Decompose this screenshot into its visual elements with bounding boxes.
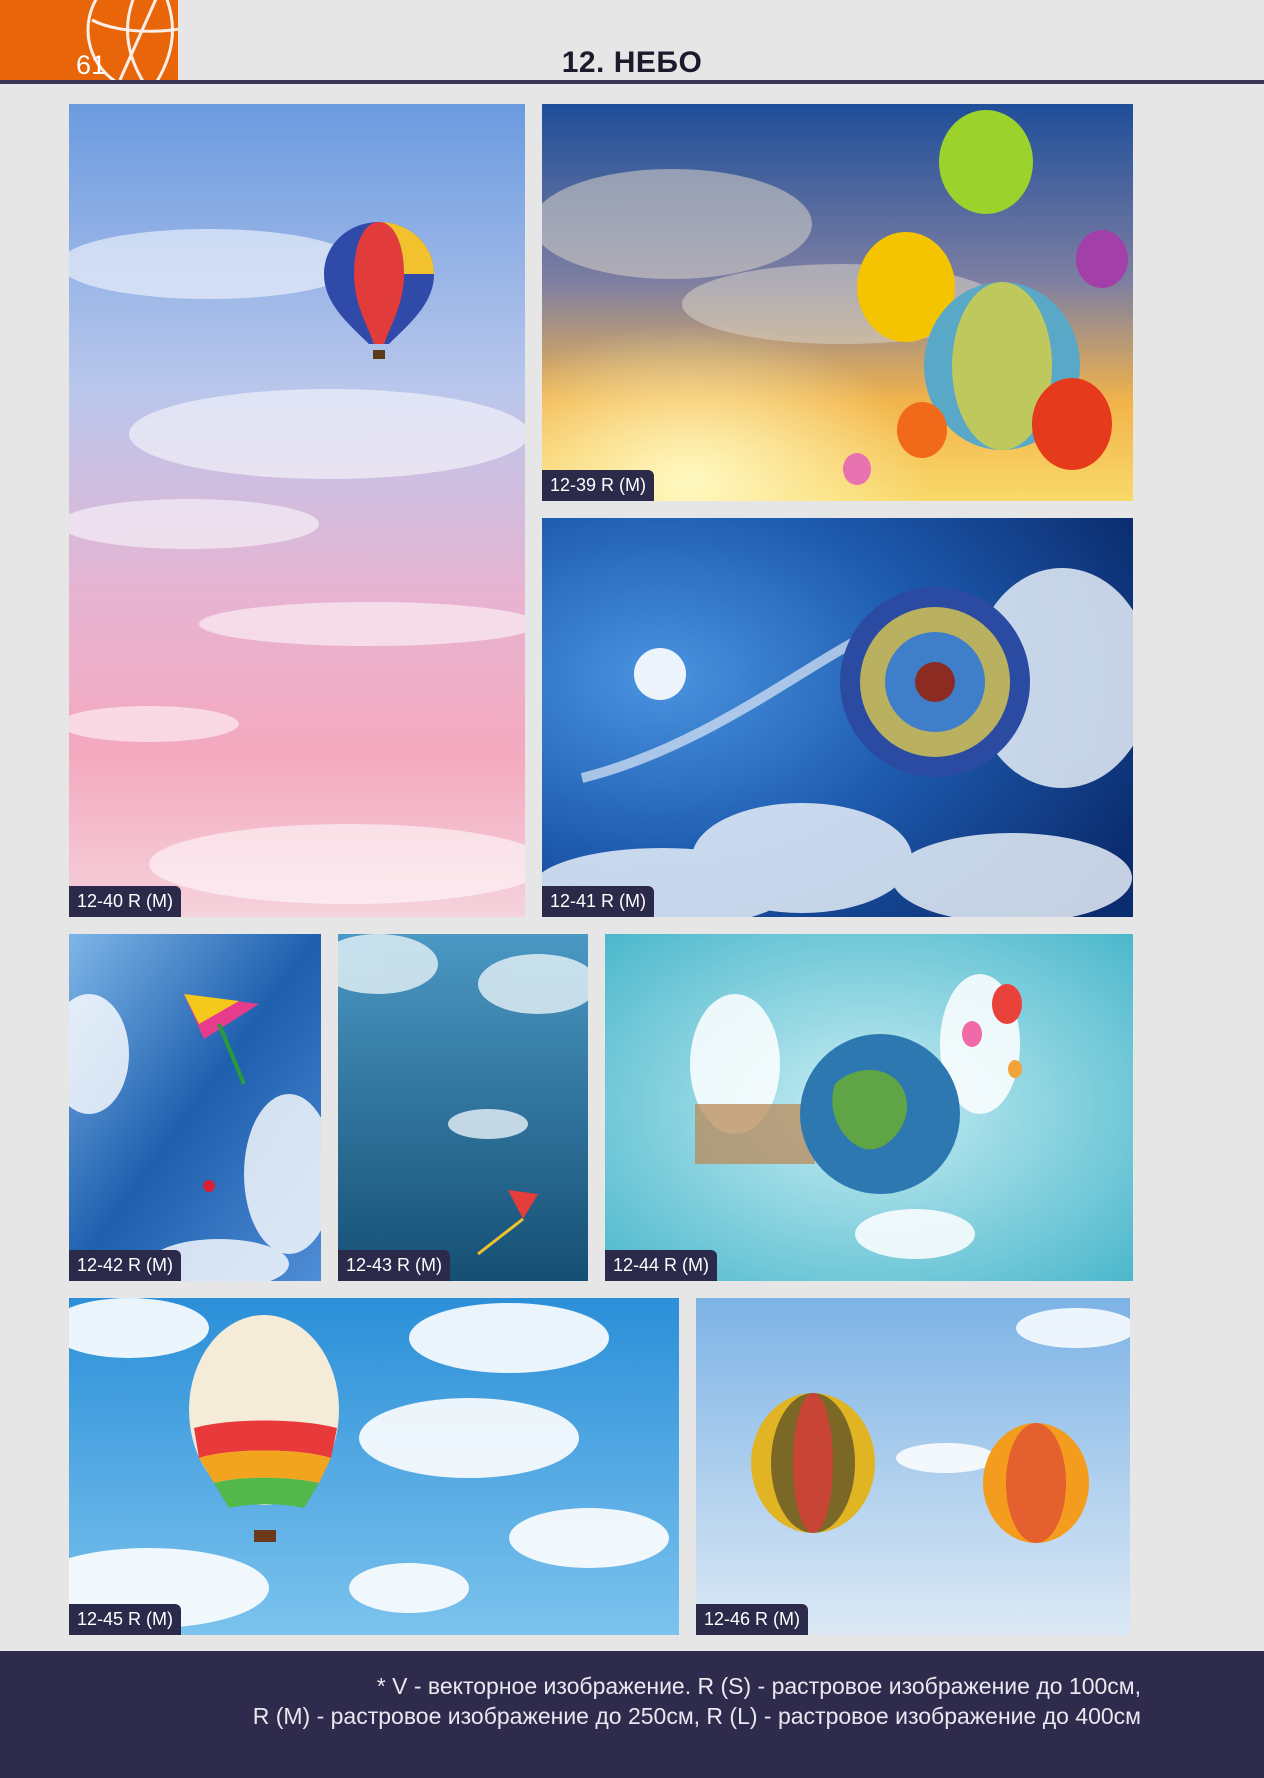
page-title: 12. НЕБО xyxy=(561,46,703,79)
footnote: * V - векторное изображение. R (S) - рас… xyxy=(253,1671,1141,1731)
image-tile-12-43[interactable]: 12-43 R (M) xyxy=(338,934,588,1281)
image-code-label: 12-43 R (M) xyxy=(338,1250,451,1281)
image-tile-12-40[interactable]: 12-40 R (M) xyxy=(69,104,525,917)
image-code-label: 12-40 R (M) xyxy=(69,886,182,917)
image-code-label: 12-39 R (M) xyxy=(542,470,655,501)
footnote-line-2: R (M) - растровое изображение до 250см, … xyxy=(252,1703,1141,1729)
page-header: 61 12. НЕБО xyxy=(0,0,1264,86)
sky-photo xyxy=(69,934,321,1281)
sky-photo xyxy=(69,1298,679,1635)
image-code-label: 12-45 R (M) xyxy=(69,1604,182,1635)
image-code-label: 12-42 R (M) xyxy=(69,1250,182,1281)
image-tile-12-45[interactable]: 12-45 R (M) xyxy=(69,1298,679,1635)
sky-photo xyxy=(338,934,588,1281)
image-tile-12-41[interactable]: 12-41 R (M) xyxy=(542,518,1133,917)
image-tile-12-44[interactable]: 12-44 R (M) xyxy=(605,934,1133,1281)
footnote-line-1: * V - векторное изображение. R (S) - рас… xyxy=(376,1673,1141,1699)
image-tile-12-42[interactable]: 12-42 R (M) xyxy=(69,934,321,1281)
image-tile-12-39[interactable]: 12-39 R (M) xyxy=(542,104,1133,501)
sky-photo xyxy=(542,518,1133,917)
globe-photo xyxy=(605,934,1133,1281)
sky-photo xyxy=(696,1298,1130,1635)
image-code-label: 12-41 R (M) xyxy=(542,886,655,917)
sky-photo xyxy=(69,104,525,917)
footer-band: * V - векторное изображение. R (S) - рас… xyxy=(0,1651,1264,1778)
image-code-label: 12-44 R (M) xyxy=(605,1250,718,1281)
image-code-label: 12-46 R (M) xyxy=(696,1604,809,1635)
sky-photo xyxy=(542,104,1133,501)
header-rule xyxy=(0,80,1264,84)
image-tile-12-46[interactable]: 12-46 R (M) xyxy=(696,1298,1130,1635)
